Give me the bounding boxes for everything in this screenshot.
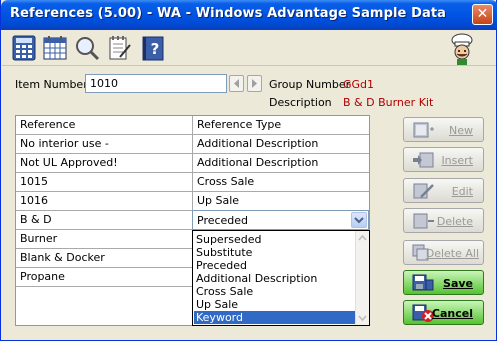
help-glyph: ? (151, 40, 160, 58)
delete-record-icon (413, 213, 434, 229)
group-number-label: Group Number (269, 78, 351, 91)
option-additional-description[interactable]: Additional Description (194, 272, 357, 285)
scroll-down-icon[interactable] (356, 312, 369, 324)
title-bar[interactable]: References (5.00) - WA - Windows Advanta… (1, 0, 497, 30)
calendar-icon[interactable] (42, 35, 68, 61)
chevron-down-icon (354, 217, 364, 224)
option-up-sale[interactable]: Up Sale (194, 298, 357, 311)
description-value: B & D Burner Kit (343, 96, 434, 109)
reference-type-dropdown[interactable]: Preceded (192, 210, 369, 230)
window-title: References (5.00) - WA - Windows Advanta… (10, 6, 447, 21)
save-button[interactable]: Save (403, 270, 484, 295)
reference-type-cell[interactable]: Additional Description (193, 135, 369, 154)
reference-cell[interactable]: No interior use - (16, 135, 193, 154)
new-button[interactable]: New (403, 117, 484, 142)
reference-cell[interactable]: B & D (16, 211, 193, 230)
table-row[interactable]: 1016 Up Sale (16, 192, 369, 211)
chef-mascot-icon (446, 33, 478, 65)
close-button[interactable]: ✕ (472, 4, 493, 25)
insert-button[interactable]: Insert (403, 147, 484, 172)
edit-button-label: Edit (451, 185, 473, 198)
column-header-reference-type[interactable]: Reference Type (193, 116, 369, 135)
table-row[interactable]: No interior use - Additional Description (16, 135, 369, 154)
reference-cell[interactable]: 1016 (16, 192, 193, 211)
item-number-label: Item Number (15, 78, 88, 91)
arrow-right-icon (252, 79, 257, 88)
save-button-label: Save (443, 277, 473, 290)
delete-all-button[interactable]: Delete All (403, 240, 484, 265)
cancel-button[interactable]: Cancel (403, 300, 484, 325)
reference-cell[interactable]: Not UL Approved! (16, 154, 193, 173)
magnifier-icon[interactable] (74, 35, 100, 61)
item-number-input[interactable]: 1010 (85, 74, 227, 93)
new-record-icon (413, 122, 434, 138)
save-icon (412, 274, 434, 291)
references-window: References (5.00) - WA - Windows Advanta… (0, 0, 497, 341)
dropdown-selected-value: Preceded (197, 214, 249, 227)
reference-type-cell[interactable]: Additional Description (193, 154, 369, 173)
reference-cell[interactable]: Blank & Docker (16, 249, 193, 268)
dropdown-button[interactable] (351, 212, 367, 228)
option-superseded[interactable]: Superseded (194, 233, 357, 246)
options-scrollbar[interactable] (355, 231, 369, 325)
grid-header: Reference Reference Type (16, 116, 369, 135)
description-label: Description (269, 96, 332, 109)
reference-type-cell[interactable]: Cross Sale (193, 173, 369, 192)
next-item-button[interactable] (247, 75, 262, 92)
arrow-left-icon (234, 79, 239, 88)
reference-cell[interactable]: Burner (16, 230, 193, 249)
table-row[interactable]: Not UL Approved! Additional Description (16, 154, 369, 173)
scroll-up-icon[interactable] (356, 232, 369, 244)
insert-record-icon (413, 152, 434, 168)
edit-record-icon (413, 183, 434, 199)
delete-all-button-label: Delete All (425, 247, 479, 260)
column-header-reference[interactable]: Reference (16, 116, 193, 135)
delete-button[interactable]: Delete (403, 208, 484, 233)
option-cross-sale[interactable]: Cross Sale (194, 285, 357, 298)
calculator-icon[interactable] (11, 35, 37, 61)
new-button-label: New (449, 124, 473, 137)
reference-type-options[interactable]: Superseded Substitute Preceded Additiona… (192, 230, 370, 326)
option-preceded[interactable]: Preceded (194, 259, 357, 272)
insert-button-label: Insert (441, 154, 473, 167)
option-substitute[interactable]: Substitute (194, 246, 357, 259)
option-keyword[interactable]: Keyword (194, 311, 357, 324)
cancel-button-label: Cancel (431, 307, 473, 320)
toolbar: ? (2, 30, 496, 66)
notepad-icon[interactable] (106, 35, 132, 61)
table-row[interactable]: 1015 Cross Sale (16, 173, 369, 192)
reference-cell[interactable]: Propane (16, 268, 193, 287)
reference-cell[interactable]: 1015 (16, 173, 193, 192)
delete-button-label: Delete (436, 215, 473, 228)
group-number-value: GGd1 (343, 78, 375, 91)
help-book-icon[interactable]: ? (140, 35, 166, 61)
edit-button[interactable]: Edit (403, 178, 484, 203)
reference-type-cell[interactable]: Up Sale (193, 192, 369, 211)
previous-item-button[interactable] (229, 75, 244, 92)
